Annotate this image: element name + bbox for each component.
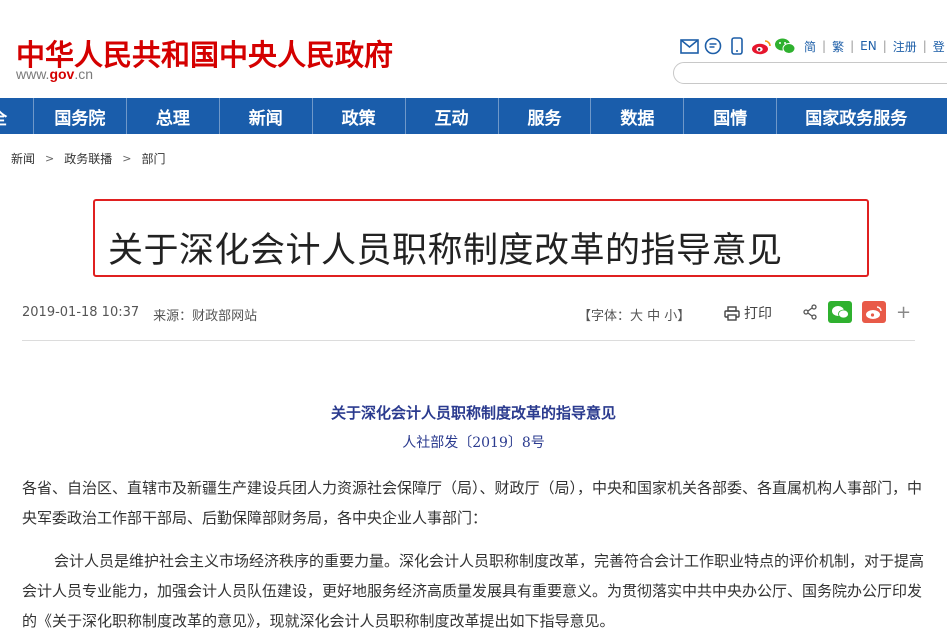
divider [22,340,915,341]
chevron-right-icon: > [45,152,55,165]
nav-item-interaction[interactable]: 互动 [406,98,499,134]
search-input[interactable] [673,62,947,84]
font-size-control[interactable]: 【字体：大 中 小】 [578,305,690,324]
message-icon[interactable] [702,36,724,56]
nav-item-home[interactable]: 全 [0,98,34,134]
document-number: 人社部发〔2019〕8号 [402,435,545,451]
share-wechat-button[interactable] [828,301,852,323]
source-label: 来源： [153,309,193,324]
nav-item-state-council[interactable]: 国务院 [34,98,127,134]
weibo-icon[interactable] [750,36,772,56]
share-weibo-button[interactable] [862,301,886,323]
url-prefix: www. [16,66,50,82]
weibo-icon [866,305,882,319]
nav-item-services[interactable]: 服务 [499,98,592,134]
printer-icon [724,305,740,321]
breadcrumb-departments[interactable]: 部门 [141,150,165,167]
breadcrumb-gov-broadcast[interactable]: 政务联播 [64,150,112,167]
site-header: 中华人民共和国中央人民政府 www.gov.cn 简 | 繁 | EN | 注册… [0,0,947,98]
language-links: 简 | 繁 | EN | 注册 | 登 [804,38,945,55]
mail-icon[interactable] [678,36,700,56]
more-share-icon[interactable]: + [896,302,911,323]
link-english[interactable]: EN [860,39,877,53]
share-icon[interactable] [802,304,818,320]
nav-item-label: 全 [0,104,7,129]
chevron-right-icon: > [122,152,132,165]
paragraph-intro: 会计人员是维护社会主义市场经济秩序的重要力量。深化会计人员职称制度改革，完善符合… [22,552,925,630]
link-simplified[interactable]: 简 [804,38,816,55]
article-meta: 2019-01-18 10:37 来源： 财政部网站 [22,305,257,324]
source-name: 财政部网站 [192,309,258,324]
page-title: 关于深化会计人员职称制度改革的指导意见 [108,231,783,271]
print-label: 打印 [744,306,772,322]
paragraph-addressees: 各省、自治区、直辖市及新疆生产建设兵团人力资源社会保障厅（局）、财政厅（局），中… [22,479,923,527]
breadcrumb-news[interactable]: 新闻 [11,150,35,167]
wechat-icon [832,306,849,319]
mobile-icon[interactable] [726,36,748,56]
document-title: 关于深化会计人员职称制度改革的指导意见 [330,404,616,422]
print-button[interactable]: 打印 [724,303,772,323]
nav-item-data[interactable]: 数据 [591,98,685,134]
nav-item-policy[interactable]: 政策 [313,98,406,134]
link-traditional[interactable]: 繁 [832,38,844,55]
link-register[interactable]: 注册 [893,38,917,55]
nav-item-national-info[interactable]: 国情 [684,98,778,134]
main-nav: 全 国务院 总理 新闻 政策 互动 服务 数据 国情 国家政务服务 [0,98,947,134]
nav-item-gov-services[interactable]: 国家政务服务 [777,98,947,134]
link-login[interactable]: 登 [933,38,945,55]
share-bar: + [802,301,911,323]
nav-item-premier[interactable]: 总理 [127,98,220,134]
publish-date: 2019-01-18 10:37 [22,305,140,320]
site-url[interactable]: www.gov.cn [16,66,93,82]
breadcrumb: 新闻 > 政务联播 > 部门 [11,150,165,167]
divider: | [882,39,887,53]
url-gov: gov [49,66,75,82]
top-toolbar: 简 | 繁 | EN | 注册 | 登 [678,36,945,56]
divider: | [850,39,855,53]
nav-item-news[interactable]: 新闻 [220,98,313,134]
wechat-icon[interactable] [774,36,796,56]
url-suffix: .cn [74,66,94,82]
divider: | [922,39,927,53]
divider: | [822,39,827,53]
